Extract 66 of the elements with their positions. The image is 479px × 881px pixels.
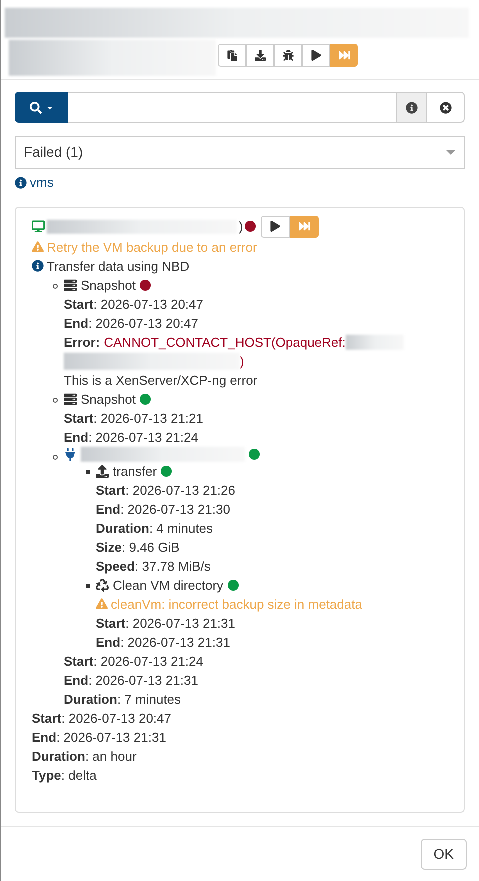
play-button[interactable] <box>261 216 290 238</box>
redacted-text <box>346 334 404 350</box>
info-button[interactable] <box>397 92 427 123</box>
play-button[interactable] <box>302 44 330 67</box>
info-icon <box>32 260 44 272</box>
warning-icon <box>32 241 44 253</box>
bug-button[interactable] <box>274 44 302 67</box>
upload-icon <box>96 464 109 478</box>
search-field[interactable] <box>68 92 397 123</box>
search-button[interactable] <box>15 92 68 123</box>
detail-line: Speed: 37.78 MiB/s <box>96 558 211 576</box>
detail-line: End: 2026-07-13 21:31 <box>96 634 230 652</box>
recycle-icon <box>96 578 109 592</box>
detail-line: End: 2026-07-13 21:24 <box>64 428 198 446</box>
copy-button[interactable] <box>218 44 246 67</box>
dropdown-arrow-icon <box>446 150 456 155</box>
plug-icon <box>64 448 77 460</box>
detail-line: Start: 2026-07-13 21:31 <box>96 614 236 632</box>
detail-line: End: 2026-07-13 20:47 <box>64 314 198 332</box>
detail-line: Start: 2026-07-13 20:47 <box>64 296 204 314</box>
paste-icon <box>226 50 238 61</box>
info-icon <box>15 176 27 189</box>
clear-button[interactable] <box>427 92 465 123</box>
desktop-icon <box>32 220 45 233</box>
detail-line: Size: 9.46 GiB <box>96 538 180 556</box>
bullet-square <box>86 584 90 588</box>
error-text: CANNOT_CONTACT_HOST(OpaqueRef: <box>104 334 346 352</box>
download-icon <box>254 50 266 61</box>
error-label: Error: <box>64 334 100 352</box>
warning-icon <box>96 598 108 610</box>
step-title: Snapshot <box>81 276 136 294</box>
warning-text: cleanVm: incorrect backup size in metadata <box>111 596 362 614</box>
search-icon <box>30 102 42 114</box>
detail-line: Start: 2026-07-13 21:21 <box>64 410 204 428</box>
ok-button[interactable]: OK <box>420 838 467 870</box>
server-icon <box>64 392 77 406</box>
status-select[interactable]: Failed (1) <box>15 136 465 169</box>
error-note: This is a XenServer/XCP-ng error <box>64 372 258 390</box>
detail-line: Duration: 7 minutes <box>64 690 182 708</box>
detail-line: End: 2026-07-13 21:31 <box>32 728 166 746</box>
detail-line: Start: 2026-07-13 21:26 <box>96 482 236 500</box>
detail-line: Duration: an hour <box>32 748 137 766</box>
info-text: Transfer data using NBD <box>47 258 190 276</box>
detail-line: Start: 2026-07-13 21:24 <box>64 652 204 670</box>
clear-icon <box>440 102 452 114</box>
play-icon <box>270 221 282 232</box>
error-text: ) <box>240 352 244 370</box>
detail-line: Type: delta <box>32 766 97 784</box>
detail-line: Duration: 4 minutes <box>96 520 214 538</box>
detail-line: End: 2026-07-13 21:31 <box>64 672 198 690</box>
bullet-square <box>86 470 90 474</box>
server-icon <box>64 278 77 292</box>
vm-name-tail: ) <box>239 218 244 236</box>
step-title: Snapshot <box>81 390 136 408</box>
play-icon <box>310 50 322 61</box>
fast-forward-icon <box>338 50 350 61</box>
detail-line: End: 2026-07-13 21:30 <box>96 500 230 518</box>
vms-link[interactable]: vms <box>30 173 54 192</box>
info-icon <box>406 102 418 114</box>
fast-forward-icon <box>299 221 310 232</box>
step-title: transfer <box>113 462 158 480</box>
bug-icon <box>282 50 294 61</box>
step-title: Clean VM directory <box>113 576 224 594</box>
warning-text: Retry the VM backup due to an error <box>47 238 258 256</box>
detail-line: Start: 2026-07-13 20:47 <box>32 710 172 728</box>
download-button[interactable] <box>246 44 274 67</box>
